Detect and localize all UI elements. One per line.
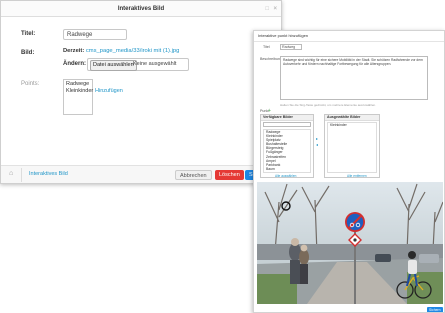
add-interactive-point-window: Interaktive punkt hinzufügen Titel Radwe…	[253, 30, 445, 313]
street-photo[interactable]	[257, 182, 443, 304]
list-item[interactable]: Kleinkinder	[328, 123, 376, 127]
available-header: Verfügbare Bilder	[261, 115, 313, 121]
chosen-panel: Ausgewählte Bilder Kleinkinder Alle entf…	[324, 114, 380, 178]
save-point-button[interactable]: Sichern	[427, 307, 443, 312]
filter-input[interactable]	[263, 122, 311, 127]
list-item[interactable]: Baum	[264, 167, 310, 171]
description-label: Beschreibung	[260, 57, 282, 61]
close-icon[interactable]: ×	[273, 1, 277, 17]
remove-all-link[interactable]: Alle entfernen	[347, 174, 367, 178]
choose-file-button[interactable]: Datei auswählen	[90, 60, 137, 71]
cancel-button[interactable]: Abbrechen	[175, 170, 212, 180]
dialog-header: Interaktives Bild □ ×	[1, 1, 281, 17]
points-list[interactable]: Radwege Kleinkinder	[63, 79, 93, 115]
current-label: Derzeit:	[63, 48, 85, 54]
name-input[interactable]: Radweg	[280, 44, 302, 50]
dialog-footer: ⌂ Interaktives Bild Abbrechen Löschen Sp	[1, 165, 281, 183]
divider	[21, 168, 22, 182]
add-point-link[interactable]: Hinzufügen	[95, 88, 123, 94]
chosen-list[interactable]: Kleinkinder	[327, 122, 377, 173]
help-text: Halten Sie die Strg-Taste gedrückt, um m…	[280, 103, 377, 107]
points-label: Points:	[21, 81, 40, 87]
file-chooser: Datei auswählen Keine ausgewählt	[87, 58, 189, 71]
image-label: Bild:	[21, 50, 35, 56]
name-label: Titel	[263, 45, 270, 49]
list-item[interactable]: Kleinkinder	[66, 88, 93, 95]
description-textarea[interactable]: Radwege sind wichtig für eine sichere Mo…	[280, 56, 428, 100]
delete-button[interactable]: Löschen	[215, 170, 244, 180]
available-list[interactable]: Radwege Kleinkinder Spielplatz Bushaltes…	[263, 129, 311, 173]
current-file-link[interactable]: cms_page_media/33/iroki mit (1).jpg	[86, 48, 179, 54]
available-panel: Verfügbare Bilder Radwege Kleinkinder Sp…	[260, 114, 314, 178]
current-file-row: Derzeit: cms_page_media/33/iroki mit (1)…	[63, 48, 179, 54]
chosen-header: Ausgewählte Bilder	[325, 115, 379, 121]
photo-canvas	[257, 182, 443, 304]
divider	[254, 41, 444, 42]
dialog-title: Interaktives Bild	[117, 6, 165, 12]
move-right-icon[interactable]: ▸	[316, 136, 318, 141]
list-item[interactable]: Radwege	[66, 81, 90, 88]
choose-all-link[interactable]: Alle auswählen	[275, 174, 296, 178]
maximize-icon[interactable]: □	[265, 1, 269, 17]
change-label: Ändern:	[63, 61, 86, 67]
move-left-icon[interactable]: ◂	[316, 142, 318, 147]
breadcrumb-item[interactable]: Interaktives Bild	[29, 171, 68, 177]
bike-lane-sign-icon	[345, 212, 365, 232]
title-input[interactable]: Radwege	[63, 29, 127, 40]
no-file-text: Keine ausgewählt	[133, 61, 177, 67]
home-icon[interactable]: ⌂	[9, 170, 13, 177]
title-label: Titel:	[21, 31, 36, 37]
interactive-image-dialog: Interaktives Bild □ × Titel: Radwege Bil…	[0, 0, 282, 184]
window-title: Interaktive punkt hinzufügen	[258, 33, 309, 38]
